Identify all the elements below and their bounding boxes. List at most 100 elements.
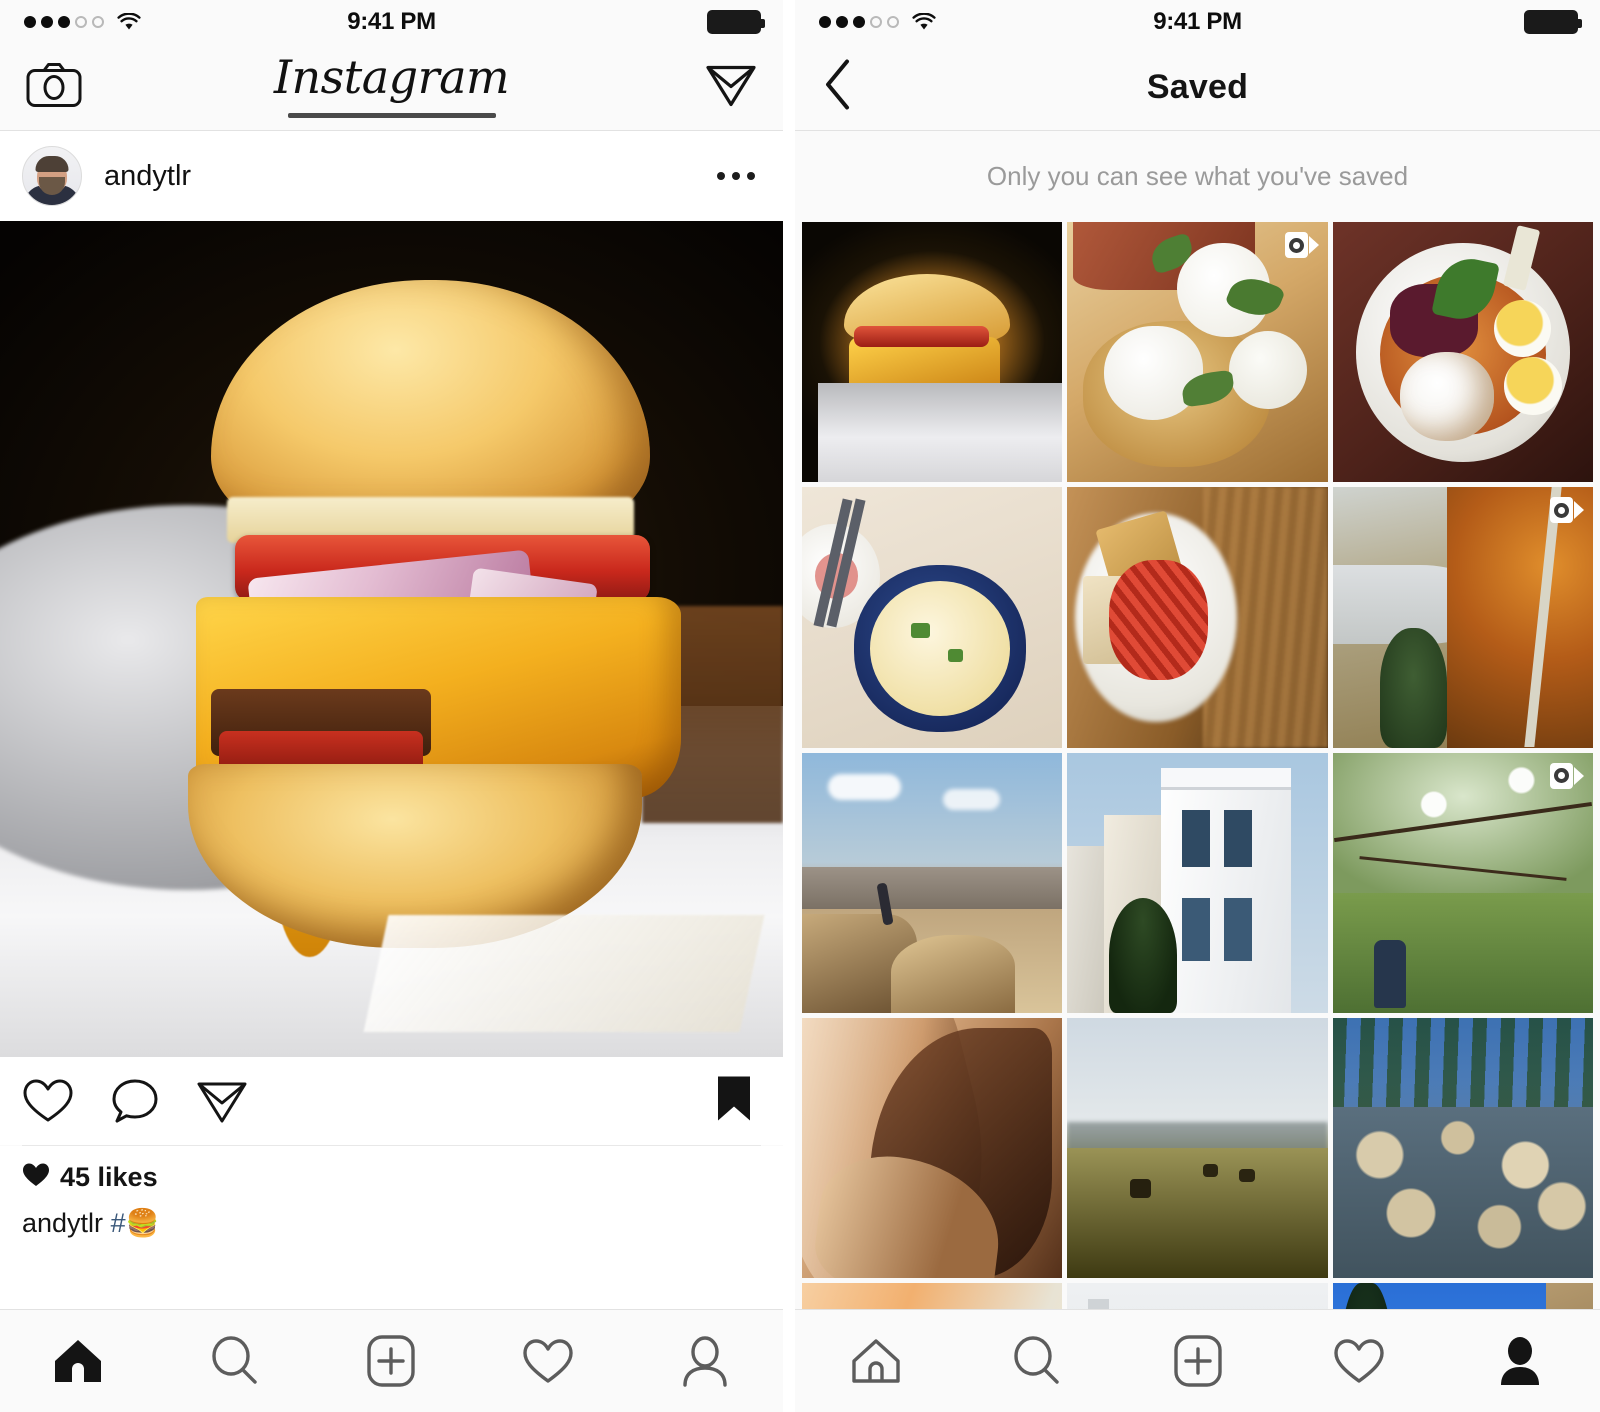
- saved-title-wrap: Saved: [795, 44, 1600, 130]
- art-layer: [1129, 1179, 1151, 1198]
- instagram-brand: Instagram: [0, 44, 783, 130]
- saved-burger[interactable]: [802, 222, 1063, 483]
- page-title: Saved: [1146, 67, 1249, 106]
- status-time: 9:41 PM: [347, 8, 436, 35]
- likes-count-label: 45 likes: [60, 1162, 158, 1192]
- art-layer: [1379, 627, 1448, 748]
- art-layer: [1181, 809, 1211, 868]
- more-options-icon[interactable]: [717, 172, 755, 180]
- art-layer: [846, 383, 993, 431]
- tab-profile[interactable]: [650, 1310, 760, 1412]
- saved-blossom[interactable]: [1332, 752, 1593, 1014]
- art-layer: [1108, 560, 1208, 680]
- art-layer: [1161, 768, 1292, 1014]
- thumbnail-image: [1332, 222, 1593, 483]
- saved-slotcanyon[interactable]: [802, 1018, 1063, 1279]
- video-indicator-icon: [1550, 496, 1584, 524]
- dual-phone-screenshot: 9:41 PM Instagram andytlr 45 likes andyt…: [0, 0, 1600, 1412]
- video-indicator-icon: [1284, 231, 1319, 259]
- brand-underline: [287, 112, 496, 118]
- tab-add[interactable]: [336, 1310, 446, 1412]
- saved-screen: 9:41 PM Saved Only you can see what you'…: [795, 0, 1600, 1412]
- saved-houses[interactable]: [1067, 752, 1328, 1014]
- post-action-bar: [0, 1057, 783, 1145]
- send-paper-plane-icon[interactable]: [196, 1077, 248, 1125]
- art-layer: [947, 648, 964, 662]
- art-layer: [1447, 487, 1593, 748]
- saved-autumn[interactable]: [1332, 487, 1593, 748]
- bookmark-filled-icon[interactable]: [715, 1074, 753, 1129]
- thumbnail-image: [1332, 487, 1593, 748]
- thumbnail-image: [1332, 1283, 1593, 1309]
- art-layer: [1228, 331, 1307, 410]
- art-layer: [1223, 898, 1253, 961]
- art-layer: [828, 773, 901, 800]
- battery-full-icon: [707, 10, 765, 34]
- tab-home[interactable]: [821, 1310, 931, 1412]
- status-bar-left: 9:41 PM: [0, 0, 783, 44]
- thumbnail-image: [802, 1283, 1063, 1309]
- tab-profile[interactable]: [1465, 1310, 1575, 1412]
- caption-emoji: 🍔: [125, 1208, 160, 1238]
- art-layer: [854, 326, 990, 347]
- saved-privacy-note: Only you can see what you've saved: [795, 131, 1600, 222]
- thumbnail-image: [802, 752, 1063, 1014]
- art-layer: [1202, 1163, 1219, 1177]
- saved-canyon[interactable]: [802, 752, 1063, 1014]
- saved-grid: [795, 222, 1600, 1309]
- saved-eggs[interactable]: [1067, 222, 1328, 483]
- brand-title: Instagram: [273, 49, 510, 104]
- thumbnail-image: [1067, 222, 1328, 483]
- tab-bar-left: [0, 1309, 783, 1412]
- tab-search[interactable]: [180, 1310, 290, 1412]
- tab-activity[interactable]: [1304, 1310, 1414, 1412]
- art-layer: [942, 789, 1000, 810]
- art-layer: [802, 867, 1063, 909]
- post-header: andytlr: [0, 131, 783, 221]
- thumbnail-image: [802, 222, 1063, 483]
- art-layer: [1337, 1283, 1396, 1309]
- caption-hashtag[interactable]: #: [111, 1208, 126, 1238]
- art-layer: [1374, 940, 1406, 1008]
- saved-tart[interactable]: [1067, 487, 1328, 748]
- thumbnail-image: [1067, 1283, 1328, 1309]
- tab-search[interactable]: [982, 1310, 1092, 1412]
- art-layer: [911, 622, 930, 639]
- tab-add[interactable]: [1143, 1310, 1253, 1412]
- avatar[interactable]: [22, 146, 82, 206]
- comment-bubble-icon[interactable]: [110, 1077, 160, 1125]
- saved-field[interactable]: [1067, 1018, 1328, 1279]
- tab-activity[interactable]: [493, 1310, 603, 1412]
- thumbnail-image: [802, 487, 1063, 748]
- saved-sky[interactable]: [1332, 1283, 1593, 1309]
- art-layer: [890, 934, 1016, 1014]
- post-username[interactable]: andytlr: [104, 160, 191, 193]
- heart-filled-icon: [22, 1162, 50, 1193]
- feed-spacer: [0, 1239, 783, 1309]
- caption-username[interactable]: andytlr: [22, 1208, 103, 1238]
- feed-nav-bar: Instagram: [0, 44, 783, 131]
- art-layer: [1400, 352, 1495, 441]
- screen-divider: [783, 0, 795, 1412]
- art-layer: [1332, 1106, 1593, 1279]
- likes-row: 45 likes: [22, 1162, 761, 1193]
- post-photo[interactable]: [0, 221, 783, 1057]
- heart-outline-icon[interactable]: [22, 1077, 74, 1125]
- cheeseburger-photo: [0, 221, 783, 1057]
- thumbnail-image: [1067, 1018, 1328, 1279]
- tab-home[interactable]: [23, 1310, 133, 1412]
- post-caption: andytlr #🍔: [22, 1207, 761, 1239]
- saved-bowl[interactable]: [1332, 222, 1593, 483]
- saved-water[interactable]: [1332, 1018, 1593, 1279]
- art-layer: [1223, 809, 1253, 868]
- saved-bridge[interactable]: [1067, 1283, 1328, 1309]
- saved-congee[interactable]: [802, 487, 1063, 748]
- status-time: 9:41 PM: [1153, 8, 1242, 35]
- thumbnail-image: [802, 1018, 1063, 1279]
- thumbnail-image: [1332, 752, 1593, 1014]
- send-paper-plane-icon[interactable]: [705, 61, 757, 114]
- battery-full-icon: [1524, 10, 1582, 34]
- saved-sunset[interactable]: [802, 1283, 1063, 1309]
- art-layer: [1504, 357, 1562, 415]
- art-layer: [1161, 768, 1292, 787]
